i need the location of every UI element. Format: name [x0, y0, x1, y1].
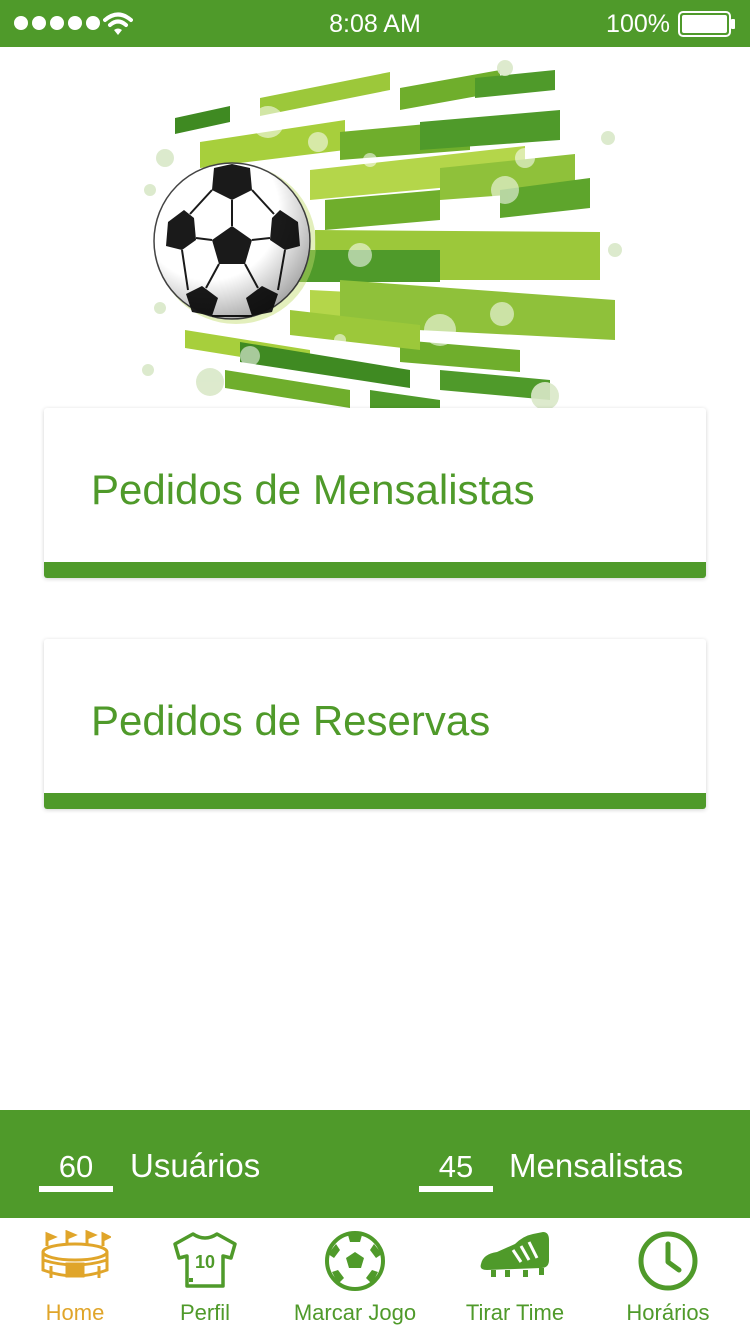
tab-home[interactable]: Home	[20, 1218, 130, 1334]
tab-home-label: Home	[45, 1300, 105, 1325]
monthly-members-label: Mensalistas	[509, 1147, 684, 1184]
bottom-tab-bar: Home 10 Perfil Marcar Jogo Tirar Time Ho…	[0, 1218, 750, 1334]
tab-schedule-game[interactable]: Marcar Jogo	[284, 1218, 426, 1334]
tab-profile[interactable]: 10 Perfil	[150, 1218, 260, 1334]
status-bar: 8:08 AM 100%	[0, 0, 750, 47]
users-label: Usuários	[130, 1147, 261, 1184]
soccer-ball-hero-illustration	[142, 60, 622, 410]
monthly-members-count-box: 45	[419, 1132, 493, 1192]
tab-schedules[interactable]: Horários	[606, 1218, 730, 1334]
tab-schedule-game-label: Marcar Jogo	[293, 1300, 417, 1325]
tab-pick-teams[interactable]: Tirar Time	[450, 1218, 580, 1334]
tab-schedules-label: Horários	[626, 1300, 710, 1325]
card-accent-bar	[44, 793, 706, 809]
card-label: Pedidos de Mensalistas	[91, 466, 535, 513]
reservation-requests-card[interactable]: Pedidos de Reservas	[44, 639, 706, 809]
monthly-members-count: 45	[438, 1149, 474, 1184]
users-count-box: 60	[39, 1132, 113, 1192]
battery-icon	[678, 11, 735, 37]
tab-profile-label: Perfil	[179, 1300, 231, 1325]
soccer-ball-icon	[325, 1231, 385, 1291]
cleat-icon	[480, 1232, 549, 1277]
jersey-icon: 10	[173, 1232, 237, 1288]
svg-text:10: 10	[195, 1252, 215, 1272]
battery-percentage: 100%	[606, 10, 670, 38]
users-count: 60	[58, 1149, 94, 1184]
clock-icon	[638, 1231, 698, 1291]
card-label: Pedidos de Reservas	[91, 697, 491, 744]
stats-bar: 60 Usuários 45 Mensalistas	[0, 1110, 750, 1218]
monthly-requests-card[interactable]: Pedidos de Mensalistas	[44, 408, 706, 578]
tab-pick-teams-label: Tirar Time	[465, 1300, 565, 1325]
stadium-icon	[41, 1230, 111, 1278]
card-accent-bar	[44, 562, 706, 578]
